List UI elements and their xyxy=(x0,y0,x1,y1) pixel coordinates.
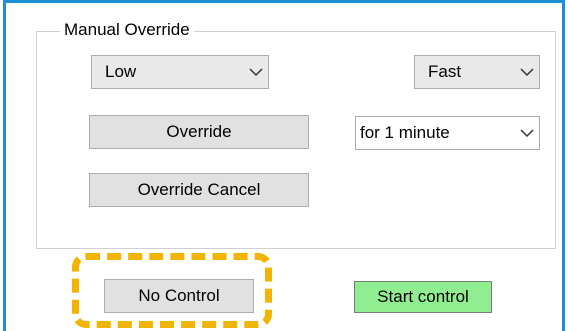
group-title: Manual Override xyxy=(60,20,194,40)
start-control-button[interactable]: Start control xyxy=(354,281,492,313)
level-dropdown[interactable]: Low xyxy=(91,55,269,89)
chevron-down-icon xyxy=(515,128,539,138)
level-dropdown-value: Low xyxy=(105,62,137,81)
highlight-box xyxy=(72,253,272,328)
speed-dropdown-value: Fast xyxy=(428,62,462,81)
override-cancel-button[interactable]: Override Cancel xyxy=(89,173,309,207)
duration-dropdown[interactable]: for 1 minute xyxy=(355,116,540,150)
chevron-down-icon xyxy=(244,67,268,77)
speed-dropdown[interactable]: Fast xyxy=(414,55,540,89)
override-button[interactable]: Override xyxy=(89,115,309,149)
duration-dropdown-value: for 1 minute xyxy=(360,123,450,142)
chevron-down-icon xyxy=(515,67,539,77)
